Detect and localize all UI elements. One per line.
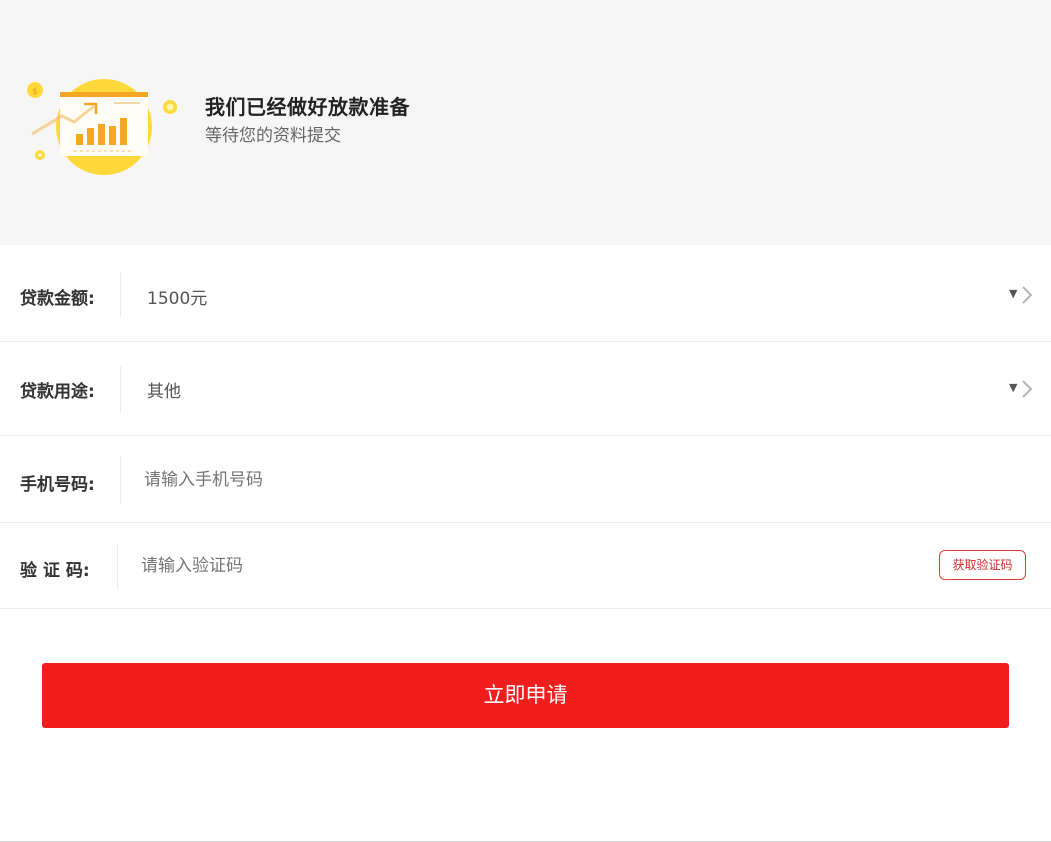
purpose-label: 贷款用途: bbox=[20, 382, 95, 402]
phone-row: 手机号码: bbox=[0, 436, 1051, 523]
divider bbox=[117, 544, 118, 590]
get-code-button[interactable]: 获取验证码 bbox=[939, 550, 1026, 580]
caret-down-icon: ▼ bbox=[1009, 287, 1018, 300]
divider bbox=[120, 271, 121, 317]
amount-row[interactable]: 贷款金额: 1500元 ▼ bbox=[0, 245, 1051, 342]
code-label: 验 证 码: bbox=[20, 561, 90, 581]
phone-input[interactable] bbox=[144, 468, 744, 492]
amount-label: 贷款金额: bbox=[20, 289, 95, 309]
chevron-right-icon bbox=[1022, 380, 1033, 398]
header-banner: $ 我们已经做好放款准备 等待您的资料提交 bbox=[0, 0, 1051, 245]
loan-chart-illustration: $ bbox=[27, 79, 177, 175]
chevron-right-icon bbox=[1022, 286, 1033, 304]
header-text: 我们已经做好放款准备 等待您的资料提交 bbox=[205, 94, 410, 147]
amount-select[interactable]: 1500元 bbox=[147, 284, 207, 309]
loan-form: 贷款金额: 1500元 ▼ 贷款用途: 其他 ▼ 手机号码: 验 证 码: 获取… bbox=[0, 245, 1051, 609]
svg-text:$: $ bbox=[32, 87, 38, 97]
code-row: 验 证 码: 获取验证码 bbox=[0, 523, 1051, 609]
purpose-select[interactable]: 其他 bbox=[147, 377, 181, 402]
divider bbox=[120, 366, 121, 412]
phone-label: 手机号码: bbox=[20, 475, 95, 495]
apply-now-button[interactable]: 立即申请 bbox=[42, 663, 1009, 728]
header-title: 我们已经做好放款准备 bbox=[205, 95, 410, 119]
code-input[interactable] bbox=[141, 554, 741, 578]
header-subtitle: 等待您的资料提交 bbox=[205, 126, 341, 146]
divider bbox=[120, 457, 121, 503]
purpose-row[interactable]: 贷款用途: 其他 ▼ bbox=[0, 342, 1051, 436]
caret-down-icon: ▼ bbox=[1009, 381, 1018, 394]
